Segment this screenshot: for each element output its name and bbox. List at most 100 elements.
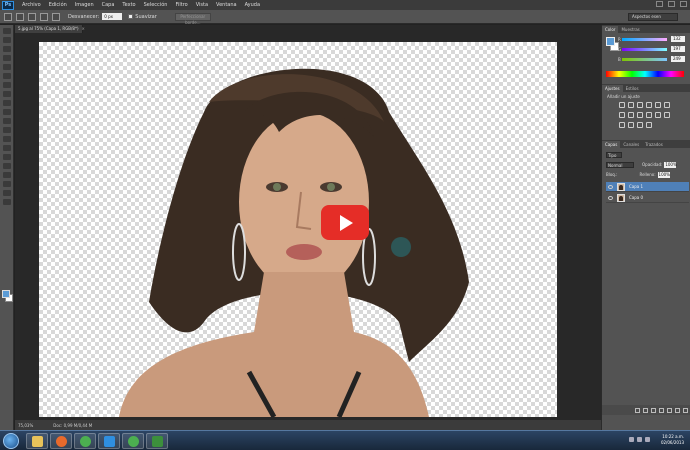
fx-icon[interactable] [643, 407, 648, 413]
taskbar-explorer[interactable] [26, 433, 48, 449]
tab-trazados[interactable]: Trazados [642, 141, 666, 148]
black-white-icon[interactable] [628, 112, 634, 118]
color-balance-icon[interactable] [619, 112, 625, 118]
subtract-selection-icon[interactable] [40, 12, 48, 21]
curves-icon[interactable] [637, 102, 643, 108]
image-canvas[interactable] [39, 42, 557, 417]
taskbar-chrome-2[interactable] [122, 433, 144, 449]
menu-ayuda[interactable]: Ayuda [245, 2, 260, 8]
hue-saturation-icon[interactable] [664, 102, 670, 108]
menu-filtro[interactable]: Filtro [175, 2, 187, 8]
start-button[interactable] [3, 433, 19, 449]
history-brush-tool-icon[interactable] [3, 109, 11, 115]
workspace-select[interactable]: Aspectos esen [628, 13, 678, 21]
intersect-selection-icon[interactable] [52, 12, 60, 21]
channel-b-slider[interactable] [622, 58, 667, 61]
layer-row[interactable]: Capa 0 [606, 193, 689, 203]
link-icon[interactable] [635, 407, 640, 413]
levels-icon[interactable] [628, 102, 634, 108]
menu-texto[interactable]: Texto [122, 2, 135, 8]
zoom-tool-icon[interactable] [3, 199, 11, 205]
color-spectrum[interactable] [606, 71, 684, 77]
exposure-icon[interactable] [646, 102, 652, 108]
menu-vista[interactable]: Vista [196, 2, 208, 8]
flag-icon[interactable] [629, 437, 634, 442]
tab-muestras[interactable]: Muestras [618, 26, 642, 33]
vibrance-icon[interactable] [655, 102, 661, 108]
lasso-tool-icon[interactable] [3, 46, 11, 52]
channel-mixer-icon[interactable] [646, 112, 652, 118]
dodge-tool-icon[interactable] [3, 145, 11, 151]
photo-filter-icon[interactable] [637, 112, 643, 118]
tab-capas[interactable]: Capas [602, 141, 621, 148]
type-tool-icon[interactable] [3, 163, 11, 169]
layer-row[interactable]: Capa 1 [606, 182, 689, 192]
gradient-map-icon[interactable] [637, 122, 643, 128]
channel-b-value[interactable]: 249 [671, 56, 685, 62]
menu-seleccion[interactable]: Selección [144, 2, 168, 8]
eye-icon[interactable] [608, 195, 613, 200]
taskbar-chrome[interactable] [74, 433, 96, 449]
document-tab[interactable]: 5.jpg al 75% (Capa 1, RGB/8*) × [15, 25, 85, 33]
taskbar-firefox[interactable] [50, 433, 72, 449]
close-icon[interactable]: × [82, 26, 85, 31]
menu-archivo[interactable]: Archivo [22, 2, 41, 8]
lasso-tool-preset-icon[interactable] [4, 12, 12, 21]
clone-stamp-tool-icon[interactable] [3, 100, 11, 106]
antialias-checkbox[interactable] [128, 14, 134, 19]
menu-ventana[interactable]: Ventana [216, 2, 237, 8]
channel-r-value[interactable]: 132 [671, 36, 685, 42]
eyedropper-tool-icon[interactable] [3, 73, 11, 79]
layer-kind-select[interactable]: Tipo [606, 151, 622, 158]
new-selection-icon[interactable] [16, 12, 24, 21]
color-lookup-icon[interactable] [655, 112, 661, 118]
marquee-tool-icon[interactable] [3, 37, 11, 43]
gradient-tool-icon[interactable] [3, 127, 11, 133]
trash-icon[interactable] [683, 407, 688, 413]
adjustment-layer-icon[interactable] [659, 407, 664, 413]
threshold-icon[interactable] [628, 122, 634, 128]
tab-estilos[interactable]: Estilos [623, 85, 642, 92]
opacity-input[interactable]: 100% [664, 161, 677, 168]
new-layer-icon[interactable] [675, 407, 680, 413]
volume-icon[interactable] [645, 437, 650, 442]
crop-tool-icon[interactable] [3, 64, 11, 70]
clock[interactable]: 10:22 a.m. 02/06/2013 [661, 434, 684, 446]
color-foreground-swatch[interactable] [606, 37, 615, 46]
healing-brush-tool-icon[interactable] [3, 82, 11, 88]
zoom-level[interactable]: 75,03% [18, 423, 33, 428]
move-tool-icon[interactable] [3, 28, 11, 34]
add-selection-icon[interactable] [28, 12, 36, 21]
blur-tool-icon[interactable] [3, 136, 11, 142]
foreground-color-swatch[interactable] [2, 290, 10, 298]
fill-input[interactable]: 100% [657, 171, 670, 178]
pen-tool-icon[interactable] [3, 154, 11, 160]
network-icon[interactable] [637, 437, 642, 442]
blend-mode-select[interactable]: Normal [606, 161, 634, 168]
tab-canales[interactable]: Canales [620, 141, 642, 148]
maximize-icon[interactable] [668, 1, 675, 7]
menu-imagen[interactable]: Imagen [75, 2, 94, 8]
taskbar-camtasia[interactable] [146, 433, 168, 449]
posterize-icon[interactable] [619, 122, 625, 128]
channel-r-slider[interactable] [622, 38, 667, 41]
quick-selection-tool-icon[interactable] [3, 55, 11, 61]
tab-color[interactable]: Color [602, 26, 619, 33]
tab-ajustes[interactable]: Ajustes [602, 85, 623, 92]
eye-icon[interactable] [608, 184, 613, 189]
menu-capa[interactable]: Capa [102, 2, 115, 8]
brightness-icon[interactable] [619, 102, 625, 108]
folder-icon[interactable] [667, 407, 672, 413]
taskbar-photoshop[interactable] [98, 433, 120, 449]
invert-icon[interactable] [664, 112, 670, 118]
refine-edge-button[interactable]: Perfeccionar borde... [174, 12, 211, 25]
channel-g-value[interactable]: 197 [671, 46, 685, 52]
youtube-play-button[interactable] [321, 205, 369, 240]
mask-icon[interactable] [651, 407, 656, 413]
hand-tool-icon[interactable] [3, 190, 11, 196]
eraser-tool-icon[interactable] [3, 118, 11, 124]
shape-tool-icon[interactable] [3, 181, 11, 187]
minimize-icon[interactable] [656, 1, 663, 7]
menu-edicion[interactable]: Edición [49, 2, 67, 8]
channel-g-slider[interactable] [622, 48, 667, 51]
